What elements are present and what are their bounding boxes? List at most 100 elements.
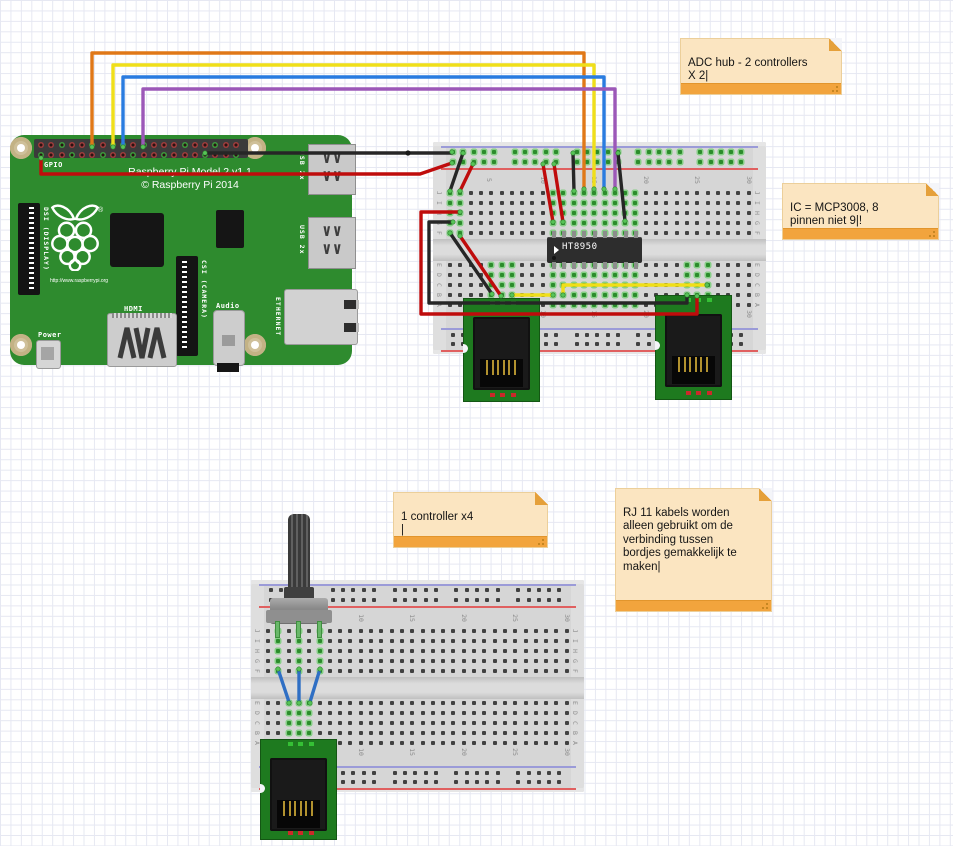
breadboard-hole — [469, 211, 473, 215]
potentiometer-shaft[interactable] — [288, 514, 310, 592]
breadboard-hole — [747, 283, 751, 287]
breadboard-hole — [747, 211, 751, 215]
breadboard-hole — [503, 669, 507, 673]
row-letter: J — [253, 629, 261, 633]
breadboard-hole — [362, 598, 366, 602]
dsi-connector[interactable] — [18, 203, 40, 295]
breadboard-hole — [372, 598, 376, 602]
sticky-note-adc-hub[interactable]: ADC hub - 2 controllers X 2| — [680, 38, 842, 95]
solder-pad-green — [686, 298, 691, 302]
breadboard-hole — [451, 160, 455, 164]
sticky-note-mcp3008[interactable]: IC = MCP3008, 8 pinnen niet 9|! — [782, 183, 939, 240]
breadboard-hole — [554, 731, 558, 735]
rj11-gold-pin — [311, 801, 313, 816]
rj11-gold-pin — [678, 357, 680, 372]
gpio-pin — [182, 142, 188, 148]
breadboard-hole — [276, 649, 280, 653]
breadboard-hole — [565, 659, 569, 663]
usb-port-bottom[interactable]: ∨∨∨∨ — [308, 217, 356, 269]
breadboard-hole — [496, 598, 500, 602]
breadboard-hole — [338, 639, 342, 643]
potentiometer[interactable] — [262, 514, 334, 640]
usb-port-top[interactable]: ∨∨∨∨ — [308, 144, 356, 195]
breadboard-hole — [719, 160, 723, 164]
breadboard-hole — [534, 741, 538, 745]
sticky-note-rj11[interactable]: RJ 11 kabels worden alleen gebruikt om d… — [615, 488, 772, 612]
breadboard-hole — [623, 293, 627, 297]
breadboard-hole — [390, 731, 394, 735]
rj11-gold-pin — [283, 801, 285, 816]
note-text: IC = MCP3008, 8 pinnen niet 9|! — [790, 202, 879, 228]
breadboard-hole — [726, 191, 730, 195]
breadboard-hole — [451, 731, 455, 735]
breadboard-hole — [369, 629, 373, 633]
note-resize-grip-icon[interactable] — [831, 85, 839, 93]
breadboard-hole — [390, 659, 394, 663]
power-micro-usb-port[interactable] — [36, 340, 61, 369]
breadboard-hole — [565, 711, 569, 715]
breadboard-hole — [369, 721, 373, 725]
breadboard-hole — [489, 293, 493, 297]
breadboard-hole — [510, 293, 514, 297]
row-letter: I — [753, 201, 761, 205]
breadboard-hole — [475, 780, 479, 784]
row-letter: G — [571, 659, 579, 663]
breadboard-hole — [675, 201, 679, 205]
rj11-module-1[interactable] — [463, 298, 540, 402]
breadboard-hole — [544, 639, 548, 643]
breadboard-hole — [400, 659, 404, 663]
breadboard-hole — [454, 598, 458, 602]
column-label: 10 — [539, 176, 547, 184]
ethernet-port[interactable] — [284, 289, 358, 345]
note-bar[interactable] — [616, 600, 771, 611]
rj11-module-3[interactable] — [260, 739, 337, 840]
note-resize-grip-icon[interactable] — [928, 230, 936, 238]
breadboard-hole — [424, 771, 428, 775]
breadboard-hole — [307, 701, 311, 705]
breadboard-hole — [675, 273, 679, 277]
breadboard-hole — [747, 191, 751, 195]
breadboard-hole — [351, 780, 355, 784]
row-letter: G — [753, 221, 761, 225]
rj11-gold-pin — [300, 801, 302, 816]
solder-pad-red — [511, 393, 516, 397]
breadboard-hole — [510, 211, 514, 215]
breadboard-hole — [516, 771, 520, 775]
ic-chip[interactable]: HT8950 — [547, 231, 642, 269]
breadboard-hole — [572, 283, 576, 287]
row-letter: H — [753, 211, 761, 215]
breadboard-hole — [465, 780, 469, 784]
breadboard-hole — [307, 731, 311, 735]
breadboard-hole — [695, 201, 699, 205]
breadboard-hole — [575, 342, 579, 346]
note-bar[interactable] — [394, 536, 547, 547]
breadboard-hole — [297, 649, 301, 653]
note-bar[interactable] — [681, 83, 841, 94]
soc-chip[interactable] — [110, 213, 164, 267]
breadboard-hole — [454, 588, 458, 592]
note-bar[interactable] — [783, 228, 938, 239]
breadboard-hole — [458, 221, 462, 225]
rj11-module-2[interactable] — [655, 295, 732, 400]
breadboard-hole — [592, 221, 596, 225]
ic-pin — [552, 231, 556, 238]
raspberry-pi-board[interactable]: GPIO Raspberry Pi Model 2 v1.1 © Raspber… — [10, 135, 352, 365]
breadboard-hole — [667, 160, 671, 164]
breadboard-hole — [747, 293, 751, 297]
sticky-note-controller[interactable]: 1 controller x4 | — [393, 492, 548, 548]
breadboard-hole — [613, 303, 617, 307]
note-resize-grip-icon[interactable] — [761, 602, 769, 610]
csi-connector[interactable] — [176, 256, 198, 356]
wire-bendpoint[interactable] — [405, 150, 410, 155]
audio-jack[interactable] — [213, 310, 245, 366]
breadboard-hole — [736, 211, 740, 215]
breadboard-hole — [454, 780, 458, 784]
breadboard-hole — [544, 649, 548, 653]
breadboard-hole — [685, 221, 689, 225]
hdmi-port[interactable] — [107, 313, 177, 367]
breadboard-hole — [554, 659, 558, 663]
usb-hub-chip[interactable] — [216, 210, 244, 248]
breadboard-hole — [410, 721, 414, 725]
note-resize-grip-icon[interactable] — [537, 538, 545, 546]
breadboard-hole — [472, 731, 476, 735]
